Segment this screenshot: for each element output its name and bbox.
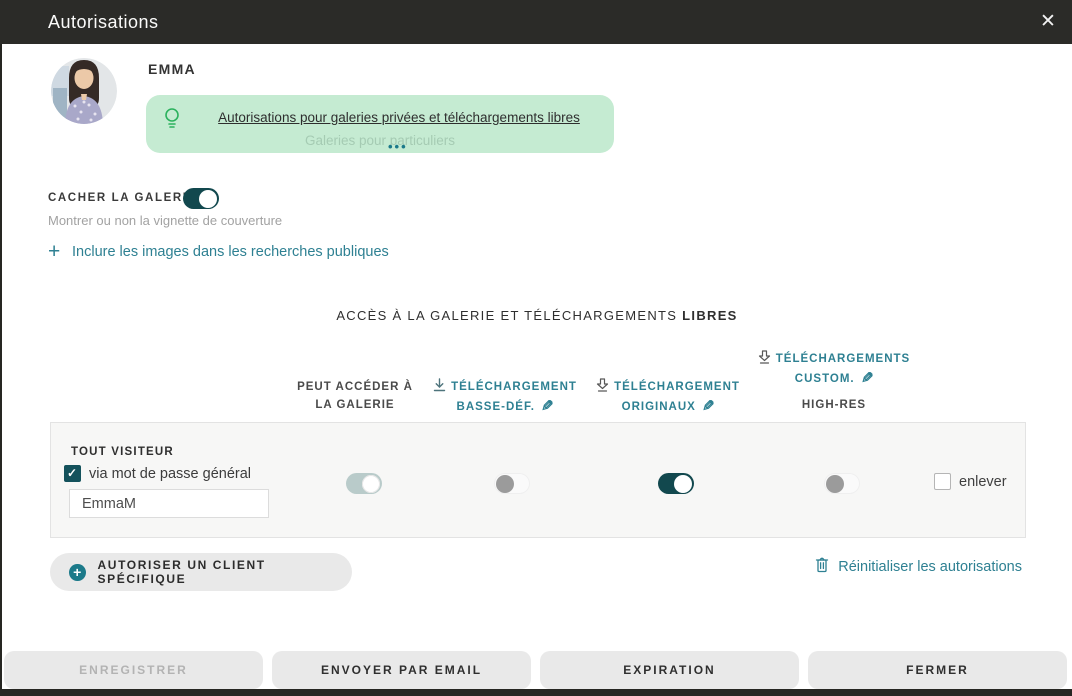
plus-icon: + [48, 242, 72, 262]
reset-authorizations-link[interactable]: Réinitialiser les autorisations [814, 556, 1022, 578]
toggle-knob [496, 475, 514, 493]
authorize-client-label: AUTORISER UN CLIENT SPÉCIFIQUE [98, 558, 352, 586]
include-in-search-link[interactable]: + Inclure les images dans les recherches… [48, 242, 389, 262]
avatar [51, 58, 117, 124]
close-button[interactable]: FERMER [808, 651, 1067, 689]
edit-custom-icon[interactable]: ✎ [860, 370, 874, 388]
lightbulb-icon [163, 107, 181, 136]
access-section-title: ACCÈS À LA GALERIE ET TÉLÉCHARGEMENTS LI… [2, 308, 1072, 323]
remove-checkbox-label: enlever [959, 474, 1007, 490]
column-originals-line1: TÉLÉCHARGEMENT [614, 381, 740, 393]
column-custom-line1: TÉLÉCHARGEMENTS [776, 353, 910, 365]
reset-authorizations-label: Réinitialiser les autorisations [838, 559, 1022, 575]
column-custom: TÉLÉCHARGEMENTS CUSTOM. ✎ [724, 350, 944, 388]
toggle-access-gallery[interactable] [346, 473, 382, 494]
hide-gallery-hint: Montrer ou non la vignette de couverture [48, 213, 282, 228]
close-icon[interactable]: ✕ [1036, 11, 1060, 35]
hide-gallery-label: CACHER LA GALERIE [48, 192, 197, 204]
password-checkbox[interactable]: ✓ [64, 465, 81, 482]
download-outline-icon [758, 350, 771, 370]
visitor-row-label: TOUT VISITEUR [71, 446, 174, 458]
edit-originals-icon[interactable]: ✎ [701, 398, 715, 416]
toggle-download-lowres[interactable] [494, 473, 530, 494]
send-by-email-button[interactable]: ENVOYER PAR EMAIL [272, 651, 531, 689]
page-backdrop: Autorisations ✕ EMMA [0, 0, 1072, 696]
modal-header: Autorisations ✕ [0, 0, 1072, 44]
save-button[interactable]: ENREGISTRER [4, 651, 263, 689]
edit-lowres-icon[interactable]: ✎ [540, 398, 554, 416]
include-in-search-label: Inclure les images dans les recherches p… [72, 244, 389, 260]
column-custom-line2: CUSTOM. [795, 373, 855, 385]
expand-ellipsis-icon[interactable]: ••• [388, 139, 408, 154]
client-name: EMMA [148, 61, 196, 77]
info-box: Autorisations pour galeries privées et t… [146, 95, 614, 153]
visitor-row: TOUT VISITEUR ✓ via mot de passe général… [50, 422, 1026, 538]
toggle-download-originals[interactable] [658, 473, 694, 494]
access-section-title-bold: LIBRES [682, 308, 737, 323]
column-access-line2: LA GALERIE [315, 399, 394, 411]
toggle-knob [362, 475, 380, 493]
hide-gallery-toggle[interactable] [183, 188, 219, 209]
toggle-knob [199, 190, 217, 208]
password-input[interactable] [69, 489, 269, 518]
expiration-button[interactable]: EXPIRATION [540, 651, 799, 689]
column-originals-line2: ORIGINAUX [622, 401, 696, 413]
remove-checkbox[interactable]: ✓ [934, 473, 951, 490]
password-checkbox-label: via mot de passe général [89, 466, 251, 482]
column-highres: HIGH-RES [724, 396, 944, 414]
check-icon: ✓ [67, 466, 77, 480]
toggle-knob [826, 475, 844, 493]
footer-bar: ENREGISTRER ENVOYER PAR EMAIL EXPIRATION… [4, 651, 1067, 689]
trash-icon [814, 556, 830, 578]
plus-circle-icon: + [69, 564, 86, 581]
access-section-title-regular: ACCÈS À LA GALERIE ET TÉLÉCHARGEMENTS [336, 308, 682, 323]
toggle-highres[interactable] [824, 473, 860, 494]
authorize-client-button[interactable]: + AUTORISER UN CLIENT SPÉCIFIQUE [50, 553, 352, 591]
toggle-knob [674, 475, 692, 493]
info-subtext: Galeries pour particuliers [146, 133, 614, 148]
download-to-line-icon [433, 378, 446, 398]
column-lowres-line2: BASSE-DÉF. [457, 401, 535, 413]
modal-title: Autorisations [48, 0, 159, 44]
modal-body: EMMA Autorisations pour galeries privées… [2, 44, 1072, 689]
download-outline-icon [596, 378, 609, 398]
info-link[interactable]: Autorisations pour galeries privées et t… [194, 110, 604, 125]
